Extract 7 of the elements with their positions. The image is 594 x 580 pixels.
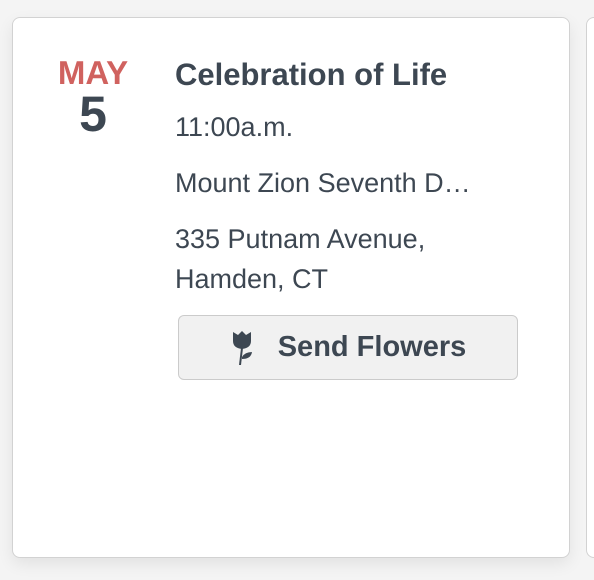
- event-time: 11:00a.m.: [175, 111, 294, 144]
- event-month: MAY: [58, 56, 128, 89]
- event-venue: Mount Zion Seventh D…: [175, 167, 472, 200]
- send-flowers-button[interactable]: Send Flowers: [178, 315, 518, 380]
- event-day: 5: [79, 89, 107, 139]
- event-title: Celebration of Life: [175, 56, 448, 94]
- event-address: 335 Putnam Avenue, Hamden, CT: [175, 223, 426, 296]
